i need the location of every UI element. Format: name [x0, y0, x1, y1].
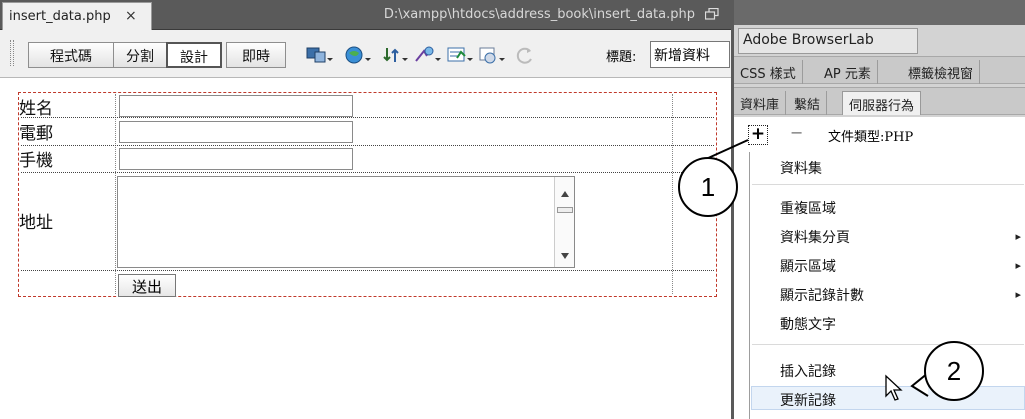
multiscreen-icon[interactable]	[305, 44, 333, 66]
menu-item-show-region[interactable]: 顯示區域	[780, 256, 836, 276]
menu-item-recordset[interactable]: 資料集	[780, 158, 822, 178]
mobile-field[interactable]	[119, 148, 353, 170]
submenu-arrow-icon: ▸	[1015, 259, 1021, 272]
menu-item-update-record[interactable]: 更新記錄	[780, 390, 836, 410]
name-field[interactable]	[119, 95, 353, 117]
document-tab-filename: insert_data.php	[9, 9, 111, 24]
tab-ap-elements[interactable]: AP 元素	[818, 60, 878, 84]
preview-browser-icon[interactable]	[344, 44, 372, 66]
callout-1: 1	[678, 157, 738, 217]
code-view-button[interactable]: 程式碼	[28, 42, 114, 68]
file-management-icon[interactable]	[381, 44, 409, 66]
panel-header-strip	[734, 0, 1025, 25]
scroll-thumb[interactable]	[557, 207, 573, 213]
panel-tabs-row-1: CSS 樣式 AP 元素 標籤檢視窗	[734, 56, 1025, 84]
address-textarea[interactable]	[117, 176, 575, 268]
tab-css-styles[interactable]: CSS 樣式	[734, 60, 803, 84]
menu-separator	[752, 344, 1024, 345]
document-tab[interactable]: insert_data.php ×	[2, 2, 152, 30]
design-view-button[interactable]: 設計	[166, 42, 222, 68]
title-input[interactable]: 新增資料	[650, 41, 730, 68]
menu-separator	[752, 184, 1024, 185]
column-divider	[115, 94, 116, 294]
submenu-arrow-icon: ▸	[1015, 288, 1021, 301]
label-name: 姓名	[19, 99, 53, 119]
label-mobile: 手機	[19, 151, 53, 171]
design-form: 姓名 電郵 手機 地址 送出	[18, 92, 717, 297]
tab-bindings[interactable]: 繫結	[788, 91, 828, 115]
row-divider	[21, 270, 714, 271]
view-options-icon[interactable]	[478, 44, 506, 66]
document-path: D:\xampp\htdocs\address_book\insert_data…	[383, 7, 695, 22]
submenu-arrow-icon: ▸	[1015, 230, 1021, 243]
tab-databases[interactable]: 資料庫	[734, 91, 787, 115]
label-address: 地址	[19, 213, 53, 233]
refresh-icon[interactable]	[514, 44, 536, 66]
document-window: insert_data.php × D:\xampp\htdocs\addres…	[0, 0, 731, 419]
split-view-button[interactable]: 分割	[113, 42, 167, 68]
row-divider	[21, 172, 714, 173]
browserlab-tab[interactable]: Adobe BrowserLab	[738, 28, 918, 54]
submit-button[interactable]: 送出	[118, 274, 176, 297]
live-view-button[interactable]: 即時	[226, 42, 286, 68]
row-divider	[21, 117, 714, 118]
tab-tag-inspector[interactable]: 標籤檢視窗	[902, 60, 981, 84]
visual-aids-icon[interactable]	[446, 44, 474, 66]
remove-behavior-button[interactable]: −	[790, 123, 803, 142]
menu-item-repeat-region[interactable]: 重複區域	[780, 198, 836, 218]
label-email: 電郵	[19, 124, 53, 144]
restore-window-icon[interactable]	[705, 8, 719, 20]
document-tab-bar: insert_data.php × D:\xampp\htdocs\addres…	[0, 0, 731, 30]
document-type-label: 文件類型:PHP	[828, 130, 914, 145]
mouse-cursor-icon	[885, 374, 903, 401]
panel-group: Adobe BrowserLab CSS 樣式 AP 元素 標籤檢視窗 資料庫 …	[731, 0, 1025, 419]
scroll-up-icon[interactable]	[559, 189, 571, 199]
column-divider	[672, 94, 673, 294]
menu-item-dynamic-text[interactable]: 動態文字	[780, 314, 836, 334]
title-label: 標題:	[606, 50, 637, 65]
toolbar-grip[interactable]	[10, 40, 14, 66]
document-toolbar: 程式碼 分割 設計 即時 標題: 新增資料	[0, 30, 731, 78]
add-behavior-button[interactable]: +	[748, 125, 768, 145]
close-icon[interactable]: ×	[125, 8, 137, 24]
menu-item-display-record-count[interactable]: 顯示記錄計數	[780, 285, 864, 305]
scroll-down-icon[interactable]	[559, 251, 571, 261]
browser-compatibility-icon[interactable]	[414, 44, 442, 66]
panel-tabs-row-2: 資料庫 繫結 伺服器行為	[734, 87, 1025, 115]
email-field[interactable]	[119, 121, 353, 143]
menu-item-insert-record[interactable]: 插入記錄	[780, 361, 836, 381]
textarea-scrollbar[interactable]	[554, 177, 574, 267]
row-divider	[21, 145, 714, 146]
callout-2: 2	[924, 341, 984, 401]
tab-server-behaviors[interactable]: 伺服器行為	[842, 91, 922, 115]
menu-item-recordset-paging[interactable]: 資料集分頁	[780, 227, 850, 247]
